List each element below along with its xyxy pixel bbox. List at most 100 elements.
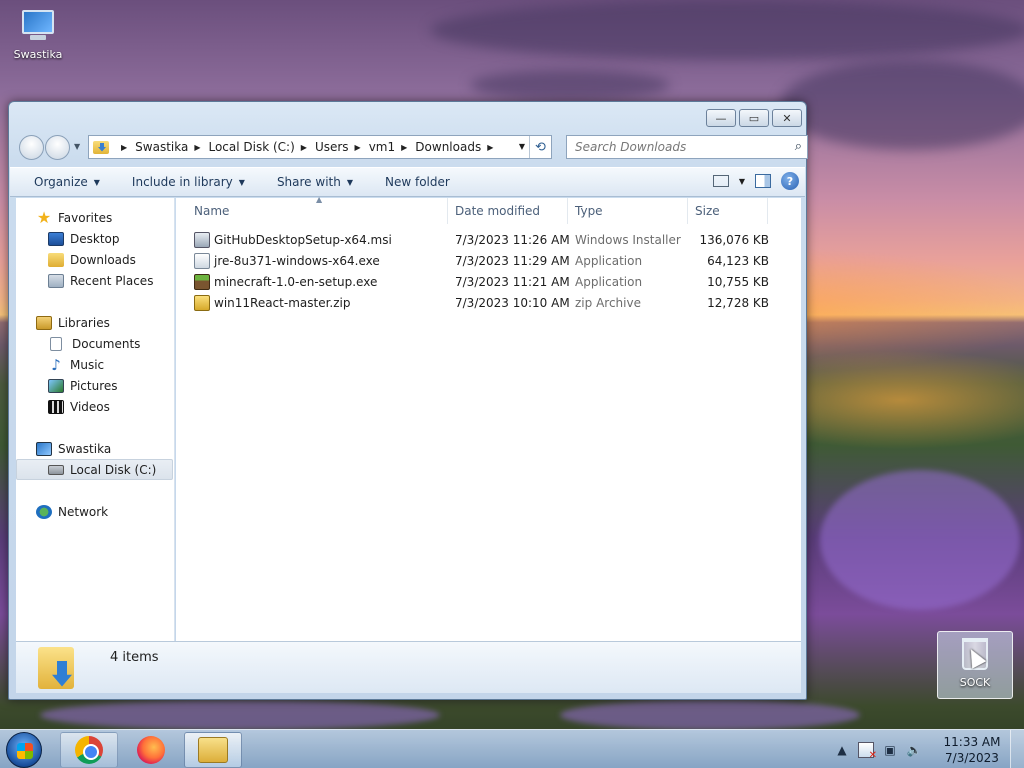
nav-item-videos[interactable]: Videos (16, 397, 173, 417)
nav-item-documents[interactable]: Documents (16, 334, 173, 354)
network-icon (36, 505, 52, 519)
caption-buttons: — ▭ ✕ (706, 109, 802, 127)
nav-libraries-label: Libraries (58, 316, 110, 330)
clock-date: 7/3/2023 (945, 750, 999, 765)
column-header-label: Type (575, 204, 603, 218)
network-tray-icon[interactable]: ▣ (882, 742, 898, 758)
nav-item-downloads[interactable]: Downloads (16, 250, 173, 270)
volume-muted-icon[interactable]: 🔈 (906, 742, 922, 758)
forward-button[interactable] (45, 135, 70, 160)
column-header-size[interactable]: Size (688, 198, 768, 224)
column-header-type[interactable]: Type (568, 198, 688, 224)
breadcrumb-separator[interactable]: ▶ (355, 143, 361, 152)
explorer-window[interactable]: — ▭ ✕ ▼ ▶ Swastika ▶ Local Disk (C:) ▶ U… (8, 101, 808, 700)
organize-button[interactable]: Organize ▼ (10, 168, 116, 196)
nav-network-label: Network (58, 505, 109, 519)
nav-item-local-disk[interactable]: Local Disk (C:) (16, 459, 173, 480)
file-type: Application (575, 274, 643, 289)
nav-computer[interactable]: Swastika (16, 439, 173, 459)
wallpaper-cloud (780, 60, 1024, 150)
breadcrumb-item-vm1[interactable]: vm1 (369, 140, 395, 154)
help-icon[interactable]: ? (781, 172, 799, 190)
nav-libraries[interactable]: Libraries (16, 313, 173, 333)
clock[interactable]: 11:33 AM 7/3/2023 (934, 734, 1010, 766)
nav-item-music[interactable]: ♪ Music (16, 355, 173, 375)
include-in-library-label: Include in library (131, 175, 233, 189)
new-folder-button[interactable]: New folder (369, 168, 466, 196)
computer-icon (18, 8, 58, 42)
nav-network[interactable]: Network (16, 502, 173, 522)
explorer-icon (198, 737, 228, 763)
clock-time: 11:33 AM (943, 734, 1001, 749)
minimize-button[interactable]: — (706, 109, 736, 127)
address-history-dropdown[interactable]: ▼ (519, 142, 525, 151)
breadcrumb-item-computer[interactable]: Swastika (135, 140, 188, 154)
details-pane: 4 items (16, 641, 801, 693)
back-button[interactable] (19, 135, 44, 160)
nav-item-label: Desktop (70, 232, 120, 246)
breadcrumb-item-downloads[interactable]: Downloads (415, 140, 481, 154)
wallpaper-flowers (820, 470, 1020, 610)
breadcrumb-item-local-disk[interactable]: Local Disk (C:) (208, 140, 294, 154)
view-options-dropdown[interactable]: ▼ (739, 177, 745, 186)
system-tray: ▲ ▣ 🔈 11:33 AM 7/3/2023 (830, 730, 1024, 768)
preview-pane-icon[interactable] (755, 174, 771, 188)
include-in-library-button[interactable]: Include in library ▼ (116, 168, 261, 196)
breadcrumb-item-users[interactable]: Users (315, 140, 349, 154)
chevron-down-icon: ▼ (346, 177, 353, 187)
file-date: 7/3/2023 11:29 AM (455, 253, 570, 268)
file-date: 7/3/2023 10:10 AM (455, 295, 570, 310)
nav-item-recent-places[interactable]: Recent Places (16, 271, 173, 291)
close-button[interactable]: ✕ (772, 109, 802, 127)
table-row[interactable]: win11React-master.zip 7/3/2023 10:10 AM … (176, 292, 801, 313)
taskbar-chrome-button[interactable] (60, 732, 118, 768)
search-icon[interactable]: ⌕ (795, 139, 802, 154)
table-row[interactable]: minecraft-1.0-en-setup.exe 7/3/2023 11:2… (176, 271, 801, 292)
column-header-name[interactable]: Name ▲ (176, 195, 448, 224)
java-exe-icon (194, 252, 210, 269)
desktop-icon-computer[interactable]: Swastika (8, 8, 68, 61)
pictures-icon (48, 379, 64, 393)
navigation-pane: ★ Favorites Desktop Downloads Recent Pla… (16, 198, 175, 641)
local-disk-icon (48, 464, 64, 475)
address-bar[interactable]: ▶ Swastika ▶ Local Disk (C:) ▶ Users ▶ v… (88, 135, 552, 159)
chrome-icon (75, 736, 103, 764)
chevron-down-icon: ▼ (238, 177, 245, 187)
recent-pages-dropdown[interactable]: ▼ (74, 142, 80, 151)
refresh-button[interactable]: ⟲ (529, 136, 551, 158)
change-view-icon[interactable] (712, 175, 729, 187)
taskbar-explorer-button[interactable] (184, 732, 242, 768)
wallpaper-cloud (470, 70, 670, 100)
breadcrumb-separator[interactable]: ▶ (487, 143, 493, 152)
column-header-label: Date modified (455, 204, 541, 218)
file-date: 7/3/2023 11:21 AM (455, 274, 570, 289)
nav-item-desktop[interactable]: Desktop (16, 229, 173, 249)
file-name: win11React-master.zip (214, 295, 351, 310)
show-desktop-button[interactable] (1010, 730, 1024, 768)
nav-item-label: Local Disk (C:) (70, 462, 157, 477)
new-folder-label: New folder (385, 175, 450, 189)
nav-item-pictures[interactable]: Pictures (16, 376, 173, 396)
file-size: 64,123 KB (707, 253, 769, 268)
nav-favorites[interactable]: ★ Favorites (16, 208, 173, 228)
breadcrumb-separator[interactable]: ▶ (401, 143, 407, 152)
breadcrumb-separator[interactable]: ▶ (301, 143, 307, 152)
recent-places-icon (48, 274, 64, 288)
breadcrumb-separator[interactable]: ▶ (121, 143, 127, 152)
show-hidden-icons-arrow-icon[interactable]: ▲ (834, 742, 850, 758)
table-row[interactable]: jre-8u371-windows-x64.exe 7/3/2023 11:29… (176, 250, 801, 271)
nav-favorites-label: Favorites (58, 211, 113, 225)
column-header-date-modified[interactable]: Date modified (448, 198, 568, 224)
downloads-folder-icon (48, 253, 64, 267)
maximize-button[interactable]: ▭ (739, 109, 769, 127)
breadcrumb-separator[interactable]: ▶ (194, 143, 200, 152)
nav-item-label: Pictures (70, 379, 118, 393)
breadcrumb: ▶ Swastika ▶ Local Disk (C:) ▶ Users ▶ v… (115, 140, 501, 154)
action-center-flag-icon[interactable] (858, 741, 877, 761)
search-input[interactable]: Search Downloads ⌕ (566, 135, 808, 159)
table-row[interactable]: GitHubDesktopSetup-x64.msi 7/3/2023 11:2… (176, 229, 801, 250)
column-header-label: Name (194, 204, 230, 218)
start-button[interactable] (6, 732, 42, 768)
taskbar-firefox-button[interactable] (122, 732, 180, 768)
share-with-button[interactable]: Share with ▼ (261, 168, 369, 196)
